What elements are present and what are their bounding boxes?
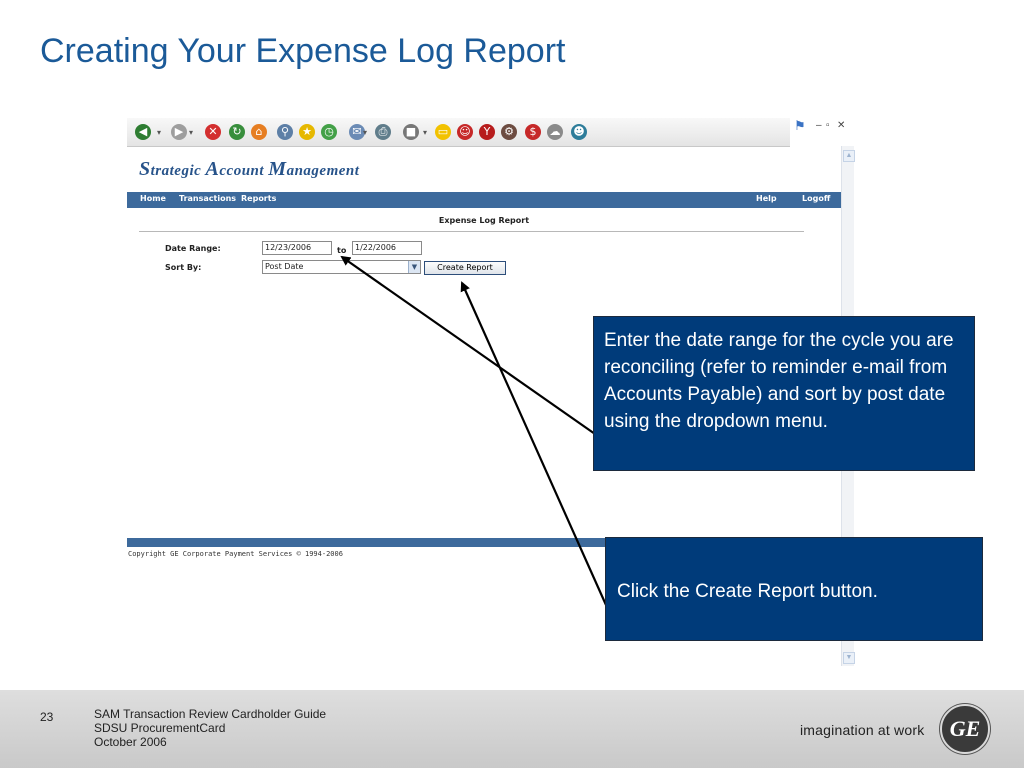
slide-footer: 23 SAM Transaction Review Cardholder Gui…	[0, 690, 1024, 768]
ge-logo: GE	[940, 704, 990, 754]
footer-text: SAM Transaction Review Cardholder Guide …	[94, 707, 326, 749]
page-number: 23	[40, 710, 54, 724]
footer-line-3: October 2006	[94, 735, 167, 749]
callout-date-range-text: Enter the date range for the cycle you a…	[604, 330, 954, 432]
callout-create-report-text: Click the Create Report button.	[617, 581, 878, 602]
arrow-to-create-button	[460, 281, 608, 606]
callout-date-range: Enter the date range for the cycle you a…	[593, 316, 975, 471]
footer-line-1: SAM Transaction Review Cardholder Guide	[94, 707, 327, 721]
footer-line-2: SDSU ProcurementCard	[94, 721, 226, 735]
callout-create-report: Click the Create Report button.	[605, 537, 983, 641]
tagline: imagination at work	[800, 722, 925, 738]
arrow-to-date-field	[340, 255, 596, 435]
